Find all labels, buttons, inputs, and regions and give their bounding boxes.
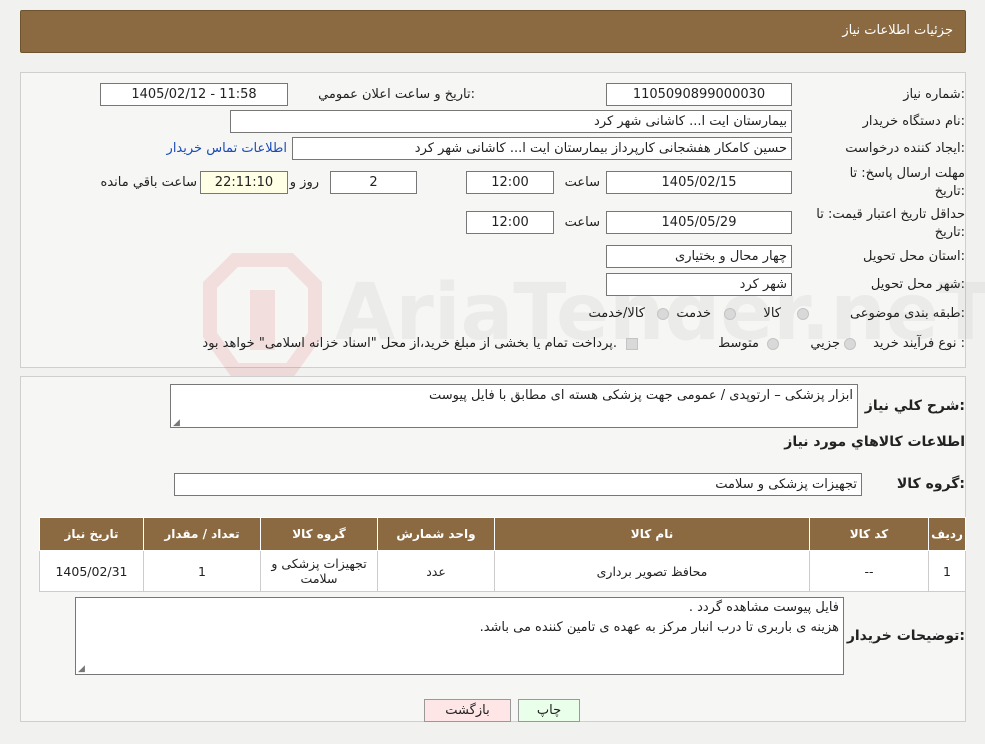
cell-code: --	[809, 550, 929, 592]
announce-label: تاريخ و ساعت اعلان عمومي:	[318, 87, 475, 102]
category-goods-service-radio[interactable]	[657, 308, 669, 320]
creator-label: ایجاد کننده درخواست:	[845, 141, 965, 156]
col-code: كد كالا	[809, 517, 929, 551]
category-goods-service-label: کالا/خدمت	[588, 306, 645, 321]
col-unit: واحد شمارش	[377, 517, 495, 551]
goods-section-title: اطلاعات كالاهاي مورد نياز	[784, 434, 965, 450]
city-label: شهر محل تحویل:	[870, 277, 965, 292]
validity-time-label: ساعت	[564, 215, 600, 230]
validity-label-2: تاریخ:	[934, 225, 965, 240]
print-button[interactable]: چاپ	[518, 699, 580, 722]
goods-group-label: گروه کالا:	[896, 476, 965, 492]
category-goods-label: کالا	[763, 306, 781, 321]
province-label: استان محل تحویل:	[863, 249, 965, 264]
cell-date: 1405/02/31	[39, 550, 144, 592]
category-label: طبقه بندی موضوعی:	[849, 306, 965, 321]
page-title: جزئیات اطلاعات نیاز	[842, 23, 953, 38]
cell-name: محافظ تصویر برداری	[494, 550, 810, 592]
city-field: شهر کرد	[606, 273, 792, 296]
resize-handle-icon[interactable]: ◢	[173, 418, 180, 428]
validity-date-field: 1405/05/29	[606, 211, 792, 234]
need-number-label: شماره نیاز:	[903, 87, 965, 102]
remaining-time-field: 22:11:10	[200, 171, 288, 194]
buyer-notes-line-1: فایل پیوست مشاهده گردد .	[688, 600, 839, 615]
deadline-time-label: ساعت	[564, 175, 600, 190]
table-header-row: رديف كد كالا نام كالا واحد شمارش گروه كا…	[39, 517, 966, 551]
goods-group-field: تجهیزات پزشکی و سلامت	[174, 473, 862, 496]
table-row: 1 -- محافظ تصویر برداری عدد تجهیزات پزشک…	[39, 550, 966, 592]
deadline-label: مهلت ارسال پاسخ: تا	[849, 166, 965, 181]
buyer-notes-line-2: هزینه ی باربری تا درب انبار مرکز به عهده…	[479, 620, 839, 635]
need-number-field: 1105090899000030	[606, 83, 792, 106]
deadline-label-2: تاریخ:	[934, 184, 965, 199]
process-medium-radio[interactable]	[767, 338, 779, 350]
buyer-field: بیمارستان ایت ا... کاشانی شهر کرد	[230, 110, 792, 133]
days-label: روز و	[289, 175, 319, 190]
treasury-payment-checkbox[interactable]	[626, 338, 638, 350]
deadline-date-field: 1405/02/15	[606, 171, 792, 194]
treasury-payment-note: پرداخت تمام یا بخشی از مبلغ خرید،از محل …	[202, 336, 617, 351]
validity-label: حداقل تاریخ اعتبار قیمت: تا	[816, 207, 965, 222]
buyer-contact-link[interactable]: اطلاعات تماس خریدار	[167, 141, 287, 156]
deadline-time-field: 12:00	[466, 171, 554, 194]
category-service-radio[interactable]	[724, 308, 736, 320]
cell-group: تجهیزات پزشکی و سلامت	[260, 550, 378, 592]
col-group: گروه كالا	[260, 517, 378, 551]
cell-row: 1	[928, 550, 966, 592]
col-row: رديف	[928, 517, 966, 551]
col-quantity: تعداد / مقدار	[143, 517, 261, 551]
province-field: چهار محال و بختیاری	[606, 245, 792, 268]
description-text: ابزار پزشکی – ارتوپدی / عمومی جهت پزشکی …	[428, 388, 853, 403]
back-button[interactable]: بازگشت	[424, 699, 511, 722]
process-minor-label: جزیي	[810, 336, 840, 351]
notes-resize-handle-icon[interactable]: ◢	[78, 664, 85, 674]
process-minor-radio[interactable]	[844, 338, 856, 350]
col-date: تاريخ نياز	[39, 517, 144, 551]
process-medium-label: متوسط	[718, 336, 759, 351]
creator-field: حسین کامکار هفشجانی کارپرداز بیمارستان ا…	[292, 137, 792, 160]
process-label: نوع فرآیند خرید :	[873, 336, 965, 351]
goods-table: رديف كد كالا نام كالا واحد شمارش گروه كا…	[39, 517, 966, 592]
days-field: 2	[330, 171, 417, 194]
remaining-label: ساعت باقي مانده	[100, 175, 197, 190]
buyer-notes-label: توضيحات خريدار:	[846, 628, 965, 644]
cell-unit: عدد	[377, 550, 495, 592]
validity-time-field: 12:00	[466, 211, 554, 234]
cell-quantity: 1	[143, 550, 261, 592]
category-goods-radio[interactable]	[797, 308, 809, 320]
description-label: شرح كلي نياز:	[864, 398, 965, 414]
buyer-label: نام دستگاه خریدار:	[862, 114, 965, 129]
buyer-notes-field: فایل پیوست مشاهده گردد . هزینه ی باربری …	[75, 597, 844, 675]
col-name: نام كالا	[494, 517, 810, 551]
page-header: جزئیات اطلاعات نیاز	[20, 10, 966, 53]
category-service-label: خدمت	[676, 306, 711, 321]
description-field: ابزار پزشکی – ارتوپدی / عمومی جهت پزشکی …	[170, 384, 858, 428]
announce-datetime-field: 1405/02/12 - 11:58	[100, 83, 288, 106]
